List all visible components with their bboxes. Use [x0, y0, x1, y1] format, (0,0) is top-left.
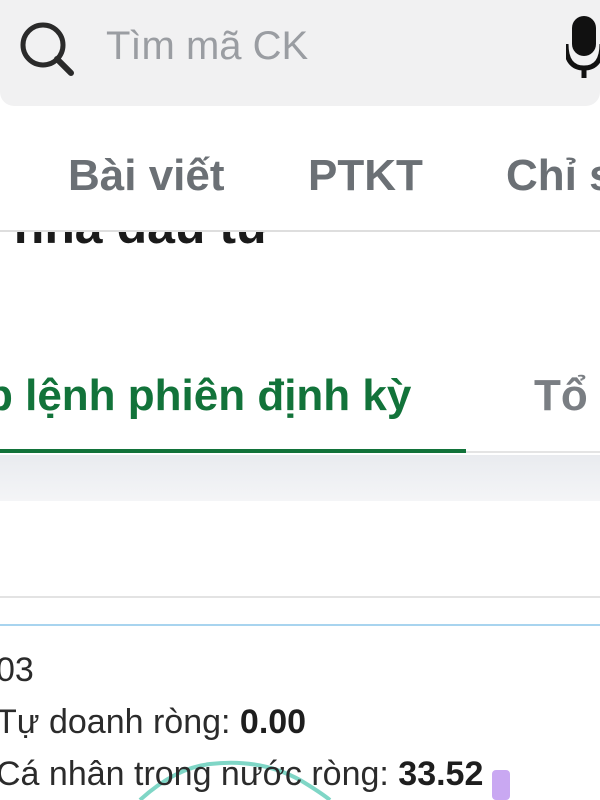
search-bar[interactable]: Tìm mã CK [0, 0, 600, 106]
section-heading-text: i nhà đầu tư [0, 232, 272, 256]
tooltip-row-proprietary: Tự doanh ròng: 0.00 [0, 702, 306, 742]
tooltip-value: 0.00 [239, 703, 307, 741]
tooltip-date: 03 [0, 651, 34, 689]
subtab-next[interactable]: Tổ [534, 368, 588, 424]
section-heading: i nhà đầu tư [0, 232, 600, 262]
active-tab-indicator [0, 449, 466, 453]
tooltip-row-individual: Cá nhân trong nước ròng: 33.52 [0, 754, 483, 794]
search-input[interactable]: Tìm mã CK [106, 22, 308, 70]
tooltip-label: Cá nhân trong nước ròng: [0, 755, 389, 793]
section-separator [0, 455, 600, 501]
chart-marker [492, 770, 510, 800]
chart-top-border [0, 624, 600, 626]
subtab-divider [466, 451, 600, 453]
subtab-periodic-orders[interactable]: p lệnh phiên định kỳ [0, 368, 411, 424]
tab-articles[interactable]: Bài viết [68, 150, 225, 202]
tab-technical-analysis[interactable]: PTKT [308, 150, 423, 202]
tab-indicators[interactable]: Chỉ s [506, 150, 600, 202]
tooltip-label: Tự doanh ròng: [0, 703, 231, 741]
tooltip-value: 33.52 [398, 755, 484, 793]
divider [0, 596, 600, 598]
search-icon[interactable] [16, 18, 76, 78]
microphone-icon[interactable] [566, 14, 600, 78]
